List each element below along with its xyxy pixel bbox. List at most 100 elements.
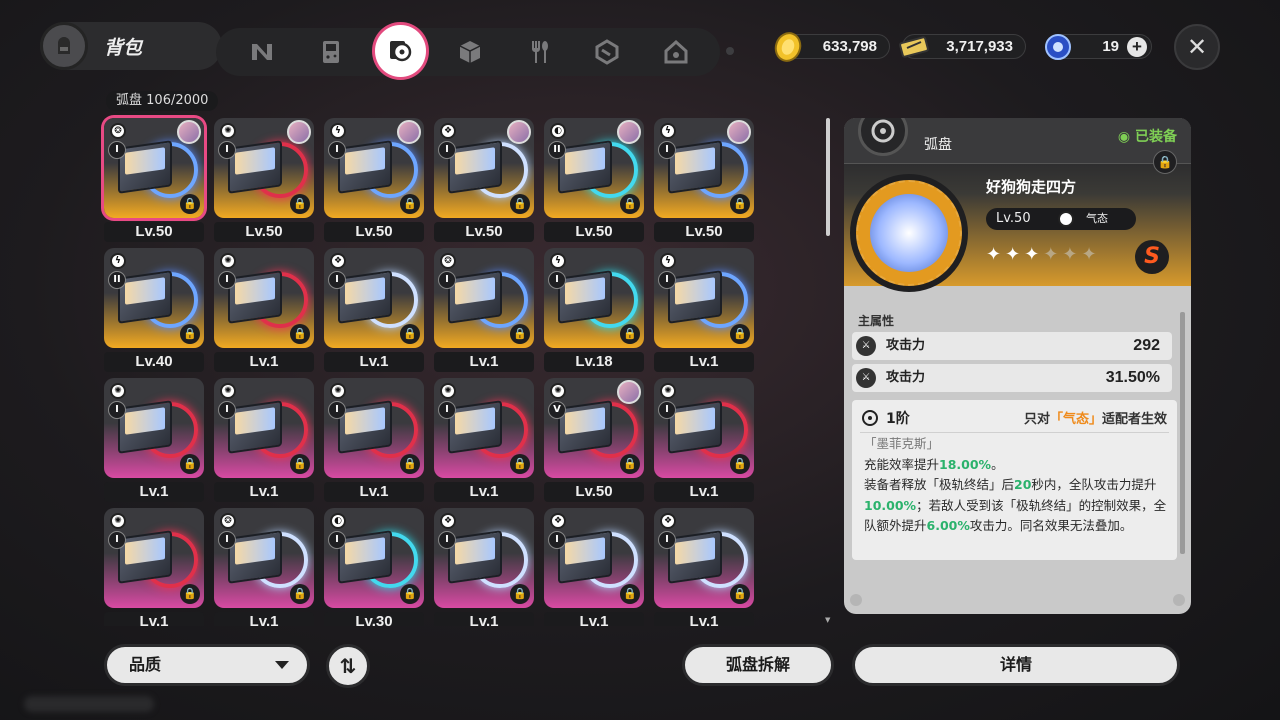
disc-card-art: ✺ I 🔒	[324, 378, 424, 478]
ticket-amount: 3,717,933	[946, 38, 1013, 55]
lock-icon[interactable]: 🔒	[400, 194, 420, 214]
lock-icon[interactable]: 🔒	[730, 194, 750, 214]
tab-package[interactable]	[583, 32, 632, 72]
disc-card[interactable]: ✺ I 🔒 Lv.1	[214, 378, 314, 504]
disc-case-art	[125, 147, 165, 175]
energy-amount: 19	[1102, 38, 1119, 55]
disc-card[interactable]: ✺ I 🔒 Lv.1	[434, 378, 534, 504]
star-filled-icon: ✦	[986, 244, 1006, 265]
add-energy-button[interactable]: +	[1127, 37, 1147, 57]
tab-n-logo[interactable]	[238, 32, 287, 72]
sort-order-button[interactable]: ⇅	[326, 644, 370, 688]
lock-icon[interactable]: 🔒	[510, 454, 530, 474]
disc-card[interactable]: ❖ I 🔒 Lv.1	[654, 508, 754, 626]
disc-card[interactable]: ❂ I 🔒 Lv.1	[214, 508, 314, 626]
quality-filter-dropdown[interactable]: 品质	[104, 644, 310, 686]
lock-icon[interactable]: 🔒	[180, 194, 200, 214]
disc-level-label: Lv.1	[434, 352, 534, 372]
disc-card-art: ✺ I 🔒	[214, 248, 314, 348]
backpack-icon	[40, 22, 88, 70]
lock-icon[interactable]: 🔒	[730, 454, 750, 474]
lock-icon[interactable]: 🔒	[290, 584, 310, 604]
grid-scroll-thumb[interactable]	[826, 118, 830, 236]
grid-scrollbar[interactable]: ▼	[825, 114, 831, 624]
disc-card[interactable]: ❂ I 🔒 Lv.1	[434, 248, 534, 374]
disc-card-art: ❖ I 🔒	[434, 508, 534, 608]
close-button[interactable]: ✕	[1174, 24, 1220, 70]
lock-icon[interactable]: 🔒	[510, 324, 530, 344]
currency-ticket[interactable]: 3,717,933	[899, 34, 1026, 59]
disc-level-label: Lv.1	[214, 482, 314, 502]
lock-icon[interactable]: 🔒	[510, 194, 530, 214]
lock-icon[interactable]: 🔒	[730, 324, 750, 344]
disc-level-label: Lv.1	[214, 612, 314, 626]
lock-icon[interactable]: 🔒	[620, 454, 640, 474]
disc-card[interactable]: ϟ I 🔒 Lv.50	[324, 118, 424, 244]
disc-level-label: Lv.1	[654, 612, 754, 626]
tab-gameboy[interactable]	[307, 32, 356, 72]
lock-icon[interactable]: 🔒	[290, 454, 310, 474]
disc-card-art: ❂ I 🔒	[214, 508, 314, 608]
lock-icon[interactable]: 🔒	[730, 584, 750, 604]
tab-cube[interactable]	[446, 32, 495, 72]
disc-card[interactable]: ✺ I 🔒 Lv.1	[654, 378, 754, 504]
disc-attribute: 气态	[1086, 212, 1108, 225]
disc-case-art	[565, 277, 605, 305]
lock-icon[interactable]: 🔒	[400, 324, 420, 344]
lock-icon[interactable]: 🔒	[510, 584, 530, 604]
tab-house[interactable]	[651, 32, 700, 72]
disc-case	[338, 140, 392, 194]
lock-icon[interactable]: 🔒	[620, 584, 640, 604]
stat-row: ⚔ 攻击力 31.50%	[852, 364, 1172, 392]
disc-card-art: ✺ V 🔒	[544, 378, 644, 478]
tab-food[interactable]	[514, 32, 563, 72]
disc-card[interactable]: ❂ I 🔒 Lv.50	[104, 118, 204, 244]
disc-card[interactable]: ϟ I 🔒 Lv.1	[654, 248, 754, 374]
set-name: 「墨菲克斯」	[864, 436, 940, 451]
disc-card[interactable]: ✺ I 🔒 Lv.1	[104, 508, 204, 626]
disc-card[interactable]: ◐ I 🔒 Lv.30	[324, 508, 424, 626]
star-empty-icon: ✦	[1081, 244, 1101, 265]
lock-icon[interactable]: 🔒	[180, 454, 200, 474]
disc-case	[448, 140, 502, 194]
lock-icon[interactable]: 🔒	[400, 454, 420, 474]
disc-level-label: Lv.18	[544, 352, 644, 372]
lock-icon[interactable]: 🔒	[180, 324, 200, 344]
disc-case	[228, 530, 282, 584]
disc-card[interactable]: ❖ I 🔒 Lv.50	[434, 118, 534, 244]
lock-icon[interactable]: 🔒	[620, 324, 640, 344]
lock-icon[interactable]: 🔒	[290, 194, 310, 214]
cond-prefix: 只对	[1023, 412, 1050, 427]
disc-card[interactable]: ✺ I 🔒 Lv.50	[214, 118, 314, 244]
disc-case	[668, 140, 722, 194]
lock-icon[interactable]: 🔒	[400, 584, 420, 604]
equipped-avatar	[397, 120, 421, 144]
disc-card[interactable]: ❖ I 🔒 Lv.1	[324, 248, 424, 374]
attribute-icon	[1058, 211, 1074, 227]
rank-badge: I	[438, 531, 456, 549]
disc-card[interactable]: ✺ I 🔒 Lv.1	[104, 378, 204, 504]
disc-card[interactable]: ϟ II 🔒 Lv.40	[104, 248, 204, 374]
disc-card[interactable]: ✺ I 🔒 Lv.1	[214, 248, 314, 374]
disc-card[interactable]: ϟ I 🔒 Lv.18	[544, 248, 644, 374]
lock-icon[interactable]: 🔒	[290, 324, 310, 344]
disc-card[interactable]: ✺ I 🔒 Lv.1	[324, 378, 424, 504]
currency-coin[interactable]: 633,798	[774, 32, 890, 62]
disc-card[interactable]: ◐ II 🔒 Lv.50	[544, 118, 644, 244]
lock-icon[interactable]: 🔒	[620, 194, 640, 214]
disc-card-art: ◐ II 🔒	[544, 118, 644, 218]
disc-card-art: ϟ I 🔒	[324, 118, 424, 218]
detail-lock-icon[interactable]: 🔒	[1153, 150, 1177, 174]
disc-card[interactable]: ✺ V 🔒 Lv.50	[544, 378, 644, 504]
disc-card[interactable]: ϟ I 🔒 Lv.50	[654, 118, 754, 244]
disc-portrait-art	[870, 194, 948, 272]
lock-icon[interactable]: 🔒	[180, 584, 200, 604]
disc-card[interactable]: ❖ I 🔒 Lv.1	[434, 508, 534, 626]
dismantle-button[interactable]: 弧盘拆解	[682, 644, 834, 686]
details-button[interactable]: 详情	[852, 644, 1180, 686]
tab-disc[interactable]	[375, 25, 426, 77]
rank-badge: I	[328, 141, 346, 159]
disc-card[interactable]: ❖ I 🔒 Lv.1	[544, 508, 644, 626]
detail-scrollbar[interactable]	[1180, 312, 1185, 554]
currency-energy[interactable]: 19 +	[1045, 34, 1152, 60]
